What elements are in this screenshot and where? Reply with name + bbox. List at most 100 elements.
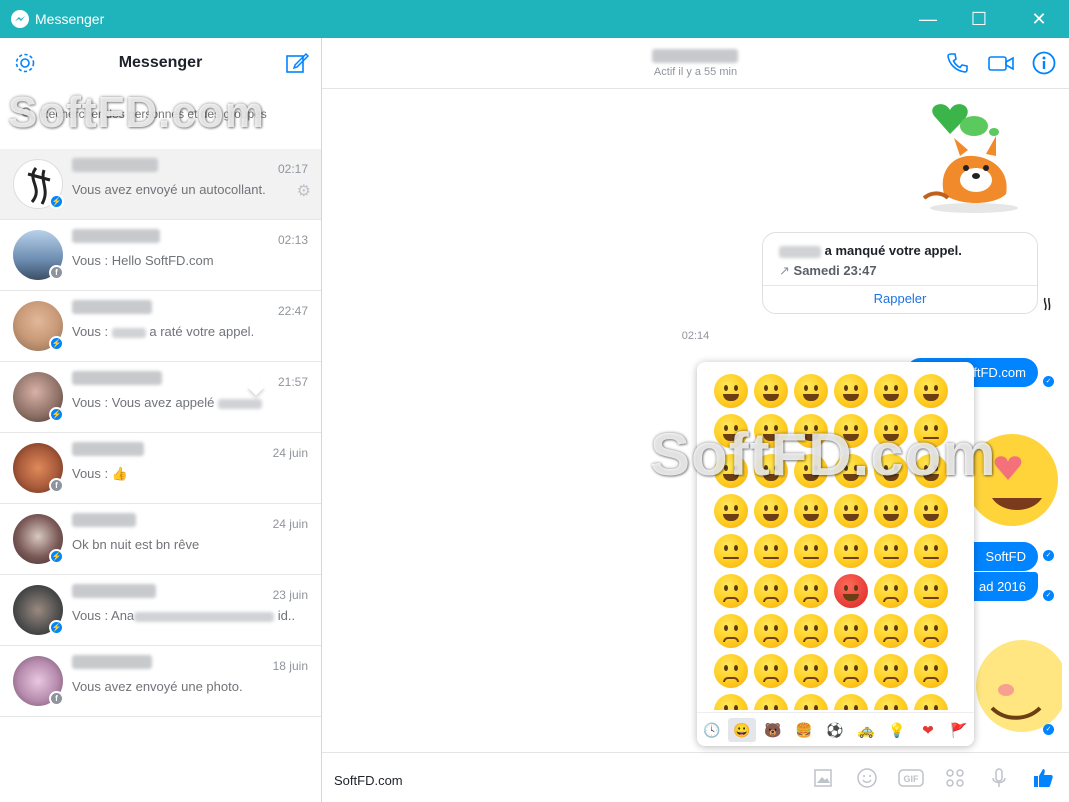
conversation-item[interactable]: ⚡ 21:57 Vous : Vous avez appelé — [0, 362, 321, 433]
conversation-item[interactable]: ⚡ 02:17 Vous avez envoyé un autocollant.… — [0, 149, 321, 220]
emoji-option[interactable] — [754, 574, 788, 608]
conversation-snippet: Ok bn nuit est bn rêve — [72, 537, 200, 552]
emoji-option[interactable] — [874, 614, 908, 648]
missed-call-label: a manqué votre appel. — [824, 243, 962, 258]
emoji-option[interactable] — [754, 654, 788, 688]
emoji-option[interactable] — [834, 534, 868, 568]
travel-tab-icon[interactable]: 🚕 — [852, 718, 880, 742]
emoji-option[interactable] — [794, 414, 828, 448]
missed-call-card: a manqué votre appel. ↗ Samedi 23:47 Rap… — [762, 232, 1038, 314]
emoji-option[interactable] — [754, 694, 788, 710]
smileys-tab-icon[interactable]: 😀 — [728, 718, 756, 742]
emoji-option[interactable] — [874, 374, 908, 408]
compose-icon[interactable] — [284, 50, 310, 76]
emoji-option[interactable] — [754, 614, 788, 648]
emoji-option[interactable] — [834, 494, 868, 528]
emoji-option[interactable] — [914, 414, 948, 448]
conversation-item[interactable]: ⚡ 22:47 Vous : a raté votre appel. — [0, 291, 321, 362]
emoji-option[interactable] — [874, 454, 908, 488]
minimize-button[interactable]: — — [905, 0, 951, 38]
emoji-option[interactable] — [834, 374, 868, 408]
conversation-item[interactable]: ⚡ 24 juin Ok bn nuit est bn rêve — [0, 504, 321, 575]
emoji-option[interactable] — [794, 534, 828, 568]
emoji-option[interactable] — [914, 374, 948, 408]
emoji-option[interactable] — [914, 654, 948, 688]
emoji-option[interactable] — [754, 494, 788, 528]
emoji-option[interactable] — [714, 454, 748, 488]
conversation-item[interactable]: f 18 juin Vous avez envoyé une photo. — [0, 646, 321, 717]
close-button[interactable]: ✕ — [1016, 0, 1062, 38]
snippet-text: Vous : Vous avez appelé — [72, 395, 215, 410]
conversation-item[interactable]: f 24 juin Vous : 👍 — [0, 433, 321, 504]
emoji-option[interactable] — [834, 694, 868, 710]
contact-name-blurred — [72, 371, 162, 385]
messenger-badge-icon: ⚡ — [49, 336, 64, 351]
emoji-option[interactable] — [754, 414, 788, 448]
maximize-button[interactable]: ☐ — [956, 0, 1002, 38]
like-button-icon[interactable] — [1031, 766, 1055, 790]
facebook-badge-icon: f — [49, 265, 64, 280]
emoji-option[interactable] — [834, 414, 868, 448]
emoji-option[interactable] — [714, 414, 748, 448]
emoji-option[interactable] — [714, 614, 748, 648]
emoji-option[interactable] — [914, 534, 948, 568]
emoji-option[interactable] — [794, 494, 828, 528]
message-input[interactable] — [334, 771, 774, 789]
messenger-badge-icon: ⚡ — [49, 407, 64, 422]
sports-tab-icon[interactable]: ⚽ — [821, 718, 849, 742]
conversation-item[interactable]: f 02:13 Vous : Hello SoftFD.com — [0, 220, 321, 291]
image-icon[interactable] — [811, 766, 835, 790]
callback-button[interactable]: Rappeler — [763, 291, 1037, 306]
food-tab-icon[interactable]: 🍔 — [790, 718, 818, 742]
emoji-option[interactable] — [874, 414, 908, 448]
microphone-icon[interactable] — [987, 766, 1011, 790]
sticker-icon[interactable] — [855, 766, 879, 790]
flags-tab-icon[interactable]: 🚩 — [945, 718, 973, 742]
search-input[interactable] — [40, 104, 286, 124]
emoji-option[interactable] — [714, 494, 748, 528]
gif-icon[interactable]: GIF — [897, 766, 925, 790]
emoji-option[interactable] — [874, 694, 908, 710]
conversation-snippet: Vous : Ana id.. — [72, 608, 295, 623]
emoji-option[interactable] — [914, 454, 948, 488]
emoji-option[interactable] — [914, 494, 948, 528]
emoji-option[interactable] — [874, 494, 908, 528]
emoji-option[interactable] — [714, 654, 748, 688]
emoji-apps-icon[interactable] — [943, 766, 967, 790]
emoji-option[interactable] — [714, 574, 748, 608]
emoji-option[interactable] — [794, 574, 828, 608]
emoji-option[interactable] — [834, 614, 868, 648]
emoji-option[interactable] — [754, 374, 788, 408]
recent-tab-icon[interactable]: 🕓 — [698, 718, 726, 742]
emoji-option[interactable] — [834, 574, 868, 608]
emoji-option[interactable] — [874, 534, 908, 568]
animals-tab-icon[interactable]: 🐻 — [759, 718, 787, 742]
emoji-option[interactable] — [714, 694, 748, 710]
snippet-prefix: Vous : Ana — [72, 608, 135, 623]
emoji-option[interactable] — [874, 574, 908, 608]
snippet-text: Vous : — [72, 466, 109, 481]
emoji-option[interactable] — [794, 694, 828, 710]
emoji-option[interactable] — [914, 694, 948, 710]
emoji-option[interactable] — [834, 454, 868, 488]
emoji-option[interactable] — [754, 534, 788, 568]
emoji-option[interactable] — [794, 454, 828, 488]
emoji-option[interactable] — [794, 614, 828, 648]
symbols-tab-icon[interactable]: ❤ — [914, 718, 942, 742]
conversation-item[interactable]: ⚡ 23 juin Vous : Ana id.. — [0, 575, 321, 646]
emoji-option[interactable] — [874, 654, 908, 688]
emoji-option[interactable] — [914, 614, 948, 648]
emoji-option[interactable] — [794, 654, 828, 688]
emoji-category-tabs: 🕓 😀 🐻 🍔 ⚽ 🚕 💡 ❤ 🚩 — [697, 712, 974, 746]
emoji-option[interactable] — [914, 574, 948, 608]
emoji-option[interactable] — [714, 374, 748, 408]
emoji-option[interactable] — [794, 374, 828, 408]
phone-icon[interactable] — [944, 50, 970, 76]
video-camera-icon[interactable] — [987, 50, 1014, 76]
conversation-settings-icon[interactable]: ⚙ — [297, 181, 311, 201]
emoji-option[interactable] — [714, 534, 748, 568]
emoji-option[interactable] — [754, 454, 788, 488]
objects-tab-icon[interactable]: 💡 — [883, 718, 911, 742]
emoji-option[interactable] — [834, 654, 868, 688]
info-icon[interactable] — [1031, 50, 1057, 76]
